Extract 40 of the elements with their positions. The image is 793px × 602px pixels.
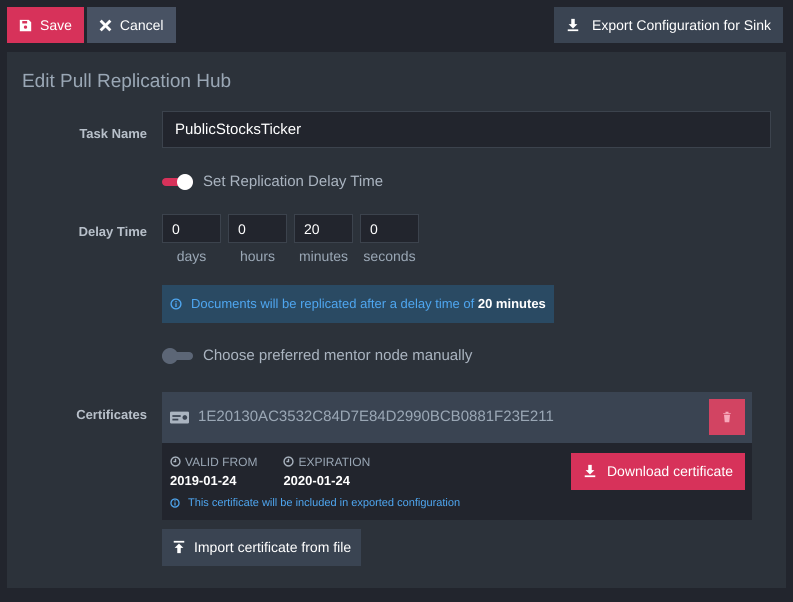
- toggle-switch[interactable]: [162, 174, 193, 190]
- date-label: VALID FROM: [185, 454, 258, 470]
- info-text: Documents will be replicated after a delay time of 20 minutes: [191, 295, 546, 314]
- field-label: Delay Time: [78, 224, 147, 239]
- time-field[interactable]: 20: [294, 214, 353, 243]
- toggle-label: Set Replication Delay Time: [203, 172, 384, 192]
- field-label: Certificates: [76, 406, 147, 422]
- toggle-label: Choose preferred mentor node manually: [203, 346, 472, 366]
- cancel-button[interactable]: Cancel: [86, 7, 176, 43]
- date-value: 2019-01-24: [170, 472, 238, 490]
- delete-button[interactable]: [709, 399, 745, 435]
- unit-label: days: [176, 247, 206, 266]
- save-button[interactable]: Save: [7, 7, 84, 43]
- import-button[interactable]: Import certificate from file: [162, 528, 362, 566]
- unit-label: seconds: [363, 247, 416, 266]
- certificate-thumbprint: 1E20130AC3532C84D7E84D2990BCB0881F23E211: [198, 406, 554, 427]
- save-icon: [19, 18, 32, 32]
- unit-label: hours: [240, 247, 276, 266]
- clock-icon: [170, 456, 181, 467]
- task-name-field[interactable]: PublicStocksTicker: [162, 110, 771, 148]
- info-icon: [170, 298, 182, 310]
- download-icon: [566, 18, 580, 32]
- download-button[interactable]: Download certificate: [570, 452, 745, 490]
- close-icon: [98, 18, 112, 32]
- trash-icon: [721, 411, 733, 423]
- download-icon: [582, 464, 597, 478]
- time-field[interactable]: 0: [162, 214, 221, 243]
- date-label: EXPIRATION: [298, 454, 370, 470]
- certificate-note: This certificate will be included in exported configuration: [188, 496, 460, 511]
- export-button[interactable]: Export Configuration for Sink: [554, 7, 783, 43]
- toggle-switch[interactable]: [162, 348, 193, 364]
- time-field[interactable]: 0: [360, 214, 419, 243]
- unit-label: minutes: [298, 247, 348, 266]
- clock-icon: [283, 456, 294, 467]
- panel-title: Edit Pull Replication Hub: [22, 70, 232, 94]
- date-value: 2020-01-24: [283, 472, 351, 490]
- upload-icon: [172, 540, 186, 554]
- info-icon: [170, 498, 180, 508]
- field-label: Task Name: [79, 126, 147, 140]
- time-field[interactable]: 0: [228, 214, 287, 243]
